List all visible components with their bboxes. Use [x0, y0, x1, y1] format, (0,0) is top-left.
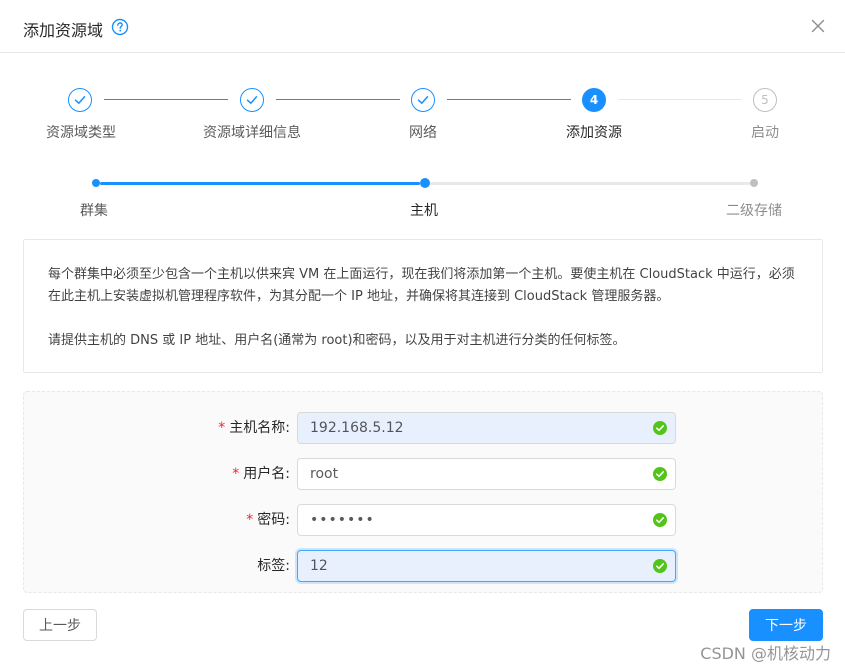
- check-icon: [68, 88, 92, 112]
- check-circle-icon: [653, 513, 667, 527]
- substep-dot: [92, 179, 100, 187]
- next-button[interactable]: 下一步: [749, 609, 823, 641]
- substep-label-host: 主机: [410, 203, 438, 219]
- hostname-input[interactable]: 192.168.5.12: [297, 412, 676, 444]
- username-input[interactable]: root: [297, 458, 676, 490]
- question-circle-icon[interactable]: [111, 18, 129, 36]
- host-form: * 主机名称: 192.168.5.12 * 用户名: root * 密码: ••••…: [23, 391, 823, 593]
- check-icon: [240, 88, 264, 112]
- username-label: * 用户名:: [232, 466, 290, 482]
- step-connector: [104, 99, 228, 100]
- sub-steps: 群集 主机 二级存储: [0, 175, 845, 220]
- check-circle-icon: [653, 559, 667, 573]
- main-steps: 资源域类型 资源域详细信息 网络 4 添加资源 5 启动: [0, 86, 845, 146]
- step-connector: [276, 99, 400, 100]
- form-row-tags: 标签: 12: [24, 550, 824, 582]
- description-paragraph: 每个群集中必须至少包含一个主机以供来宾 VM 在上面运行，现在我们将添加第一个主…: [48, 267, 795, 304]
- description-paragraph: 请提供主机的 DNS 或 IP 地址、用户名(通常为 root)和密码，以及用于…: [48, 333, 626, 348]
- substep-label-cluster: 群集: [80, 203, 108, 219]
- check-circle-icon: [653, 467, 667, 481]
- check-icon: [411, 88, 435, 112]
- form-row-username: * 用户名: root: [24, 458, 824, 490]
- username-value: root: [310, 466, 339, 482]
- substep-dot: [420, 178, 430, 188]
- step-label: 资源域详细信息: [203, 125, 301, 141]
- form-row-hostname: * 主机名称: 192.168.5.12: [24, 412, 824, 444]
- tags-value: 12: [310, 558, 328, 574]
- watermark: CSDN @机核动力: [700, 644, 831, 663]
- required-mark: *: [218, 420, 226, 436]
- substep-connector: [430, 182, 750, 185]
- tags-input[interactable]: 12: [297, 550, 676, 582]
- required-mark: *: [246, 512, 254, 528]
- substep-dot: [750, 179, 758, 187]
- close-icon[interactable]: [810, 18, 826, 34]
- password-input[interactable]: •••••••: [297, 504, 676, 536]
- hostname-value: 192.168.5.12: [310, 420, 404, 436]
- step-connector: [618, 99, 742, 100]
- password-label: * 密码:: [246, 512, 290, 528]
- description-panel: 每个群集中必须至少包含一个主机以供来宾 VM 在上面运行，现在我们将添加第一个主…: [23, 239, 823, 373]
- required-mark: *: [232, 466, 240, 482]
- check-circle-icon: [653, 421, 667, 435]
- step-number: 4: [582, 88, 606, 112]
- substep-connector: [100, 182, 420, 185]
- step-label: 资源域类型: [46, 125, 116, 141]
- dialog-title: 添加资源域: [23, 21, 104, 40]
- dialog-header: 添加资源域: [0, 0, 845, 53]
- password-value: •••••••: [310, 512, 375, 528]
- step-label: 添加资源: [566, 125, 622, 141]
- hostname-label: * 主机名称:: [218, 420, 290, 436]
- form-row-password: * 密码: •••••••: [24, 504, 824, 536]
- step-label: 网络: [409, 125, 437, 141]
- step-connector: [447, 99, 571, 100]
- substep-label-secondary-storage: 二级存储: [726, 203, 782, 219]
- previous-button[interactable]: 上一步: [23, 609, 97, 641]
- tags-label: 标签:: [257, 558, 290, 574]
- step-label: 启动: [751, 125, 779, 141]
- step-number: 5: [753, 88, 777, 112]
